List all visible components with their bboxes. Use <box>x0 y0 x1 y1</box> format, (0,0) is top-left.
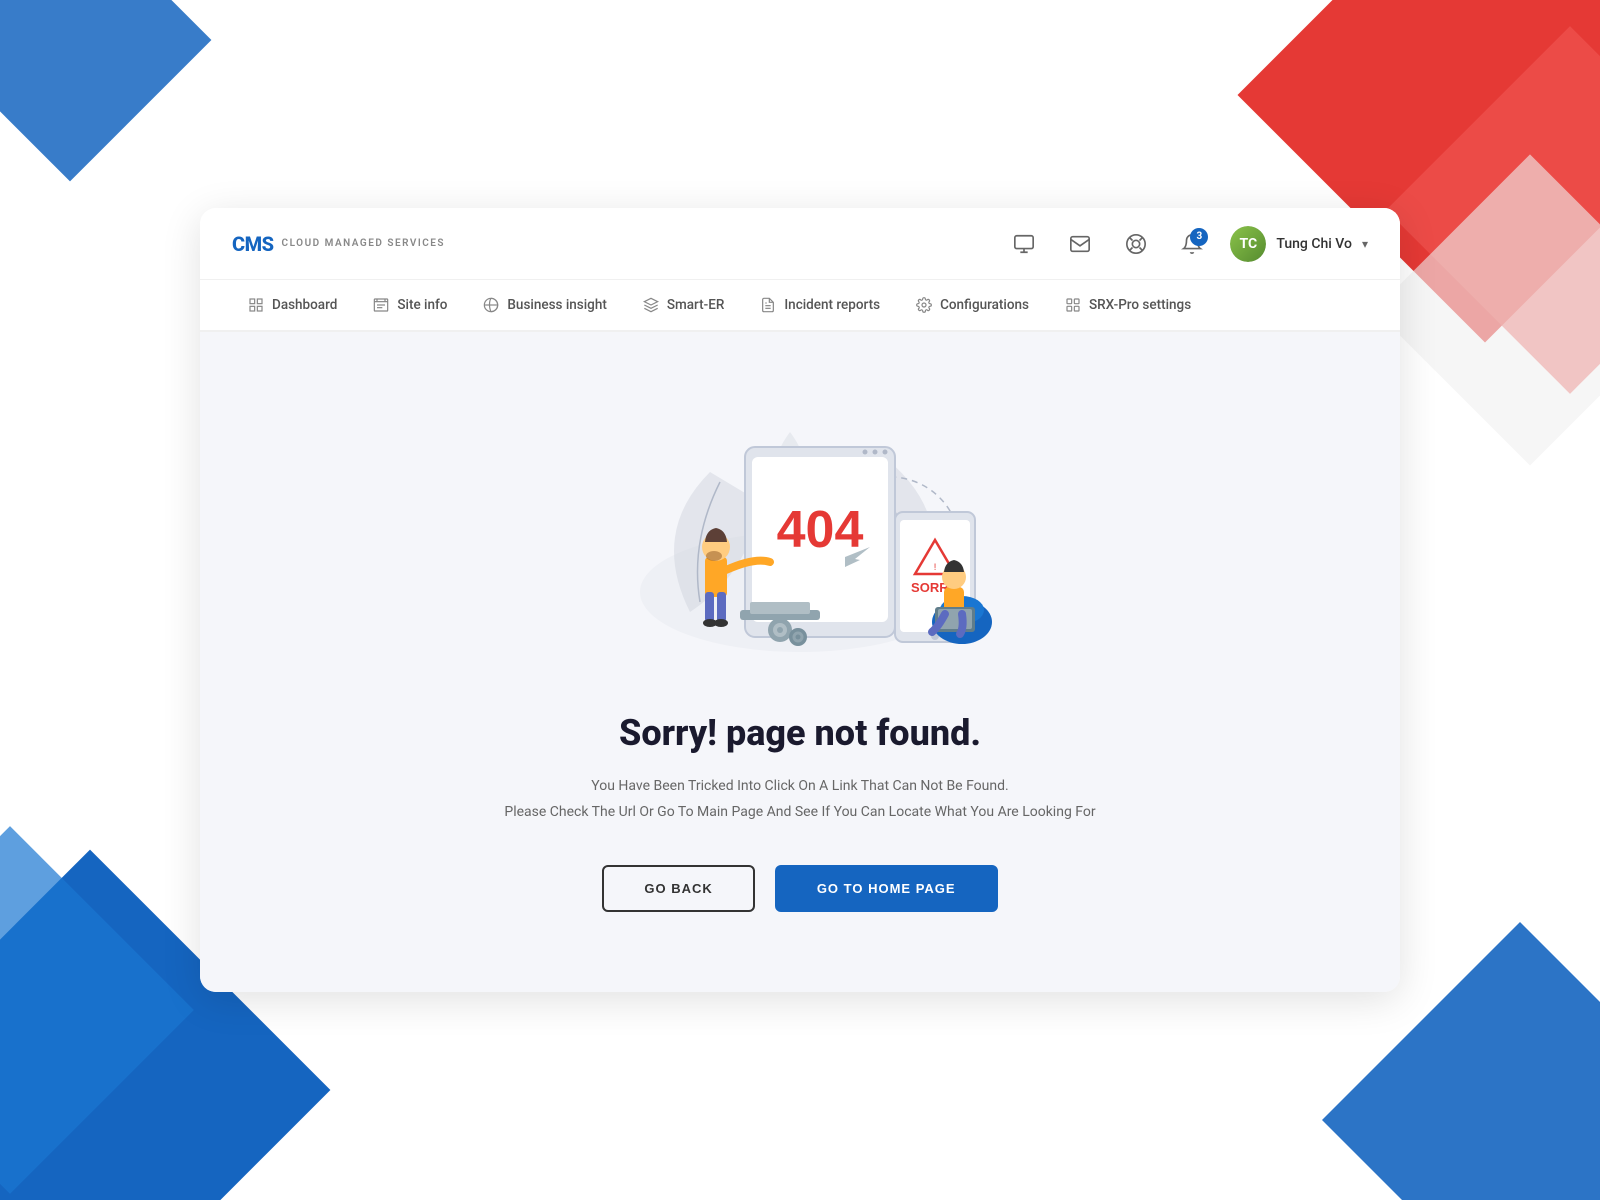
notification-icon[interactable]: 3 <box>1174 226 1210 262</box>
go-home-button[interactable]: GO TO HOME PAGE <box>775 865 998 912</box>
error-buttons: GO BACK GO TO HOME PAGE <box>602 865 997 912</box>
main-content: 404 ! SORRY. <box>200 332 1400 991</box>
header-left: CMS CLOUD MANAGED SERVICES <box>232 232 445 256</box>
nav-label-smart-er: Smart-ER <box>667 297 725 313</box>
sidebar-item-dashboard[interactable]: Dashboard <box>232 289 353 321</box>
header-right: 3 TC Tung Chi Vo ▾ <box>1006 226 1368 262</box>
help-icon[interactable] <box>1118 226 1154 262</box>
error-illustration: 404 ! SORRY. <box>590 392 1010 672</box>
chevron-down-icon: ▾ <box>1362 237 1368 251</box>
nav-label-configurations: Configurations <box>940 297 1029 313</box>
error-desc-line1: You Have Been Tricked Into Click On A Li… <box>504 774 1095 799</box>
logo-cms: CMS <box>232 232 274 256</box>
nav-label-dashboard: Dashboard <box>272 297 337 313</box>
mail-icon[interactable] <box>1062 226 1098 262</box>
avatar-image: TC <box>1230 226 1266 262</box>
sidebar-item-site-info[interactable]: Site info <box>357 289 463 321</box>
nav-label-srx-pro-settings: SRX-Pro settings <box>1089 297 1191 313</box>
user-profile[interactable]: TC Tung Chi Vo ▾ <box>1230 226 1368 262</box>
avatar: TC <box>1230 226 1266 262</box>
go-back-button[interactable]: GO BACK <box>602 865 754 912</box>
logo-text: CLOUD MANAGED SERVICES <box>282 238 445 249</box>
sidebar-item-srx-pro-settings[interactable]: SRX-Pro settings <box>1049 289 1207 321</box>
nav-label-site-info: Site info <box>397 297 447 313</box>
screen-icon[interactable] <box>1006 226 1042 262</box>
main-window: CMS CLOUD MANAGED SERVICES <box>200 208 1400 991</box>
nav-label-incident-reports: Incident reports <box>784 297 880 313</box>
sidebar-item-smart-er[interactable]: Smart-ER <box>627 289 741 321</box>
svg-text:!: ! <box>934 563 936 573</box>
notification-badge: 3 <box>1190 228 1208 246</box>
logo[interactable]: CMS CLOUD MANAGED SERVICES <box>232 232 445 256</box>
error-desc-line2: Please Check The Url Or Go To Main Page … <box>504 800 1095 825</box>
header: CMS CLOUD MANAGED SERVICES <box>200 208 1400 280</box>
sidebar-item-business-insight[interactable]: Business insight <box>467 289 622 321</box>
nav-label-business-insight: Business insight <box>507 297 606 313</box>
sidebar-item-configurations[interactable]: Configurations <box>900 289 1045 321</box>
navbar: Dashboard Site info Business insight Sma… <box>200 280 1400 332</box>
error-description: You Have Been Tricked Into Click On A Li… <box>504 774 1095 824</box>
sidebar-item-incident-reports[interactable]: Incident reports <box>744 289 896 321</box>
user-name: Tung Chi Vo <box>1276 236 1352 252</box>
error-title: Sorry! page not found. <box>619 712 981 754</box>
svg-text:404: 404 <box>777 501 864 559</box>
